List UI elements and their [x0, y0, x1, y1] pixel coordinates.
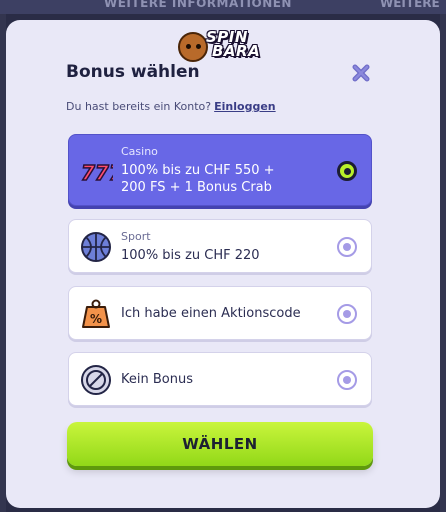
option-category: Sport — [121, 230, 151, 243]
capybara-mascot-icon — [178, 32, 208, 62]
close-button[interactable] — [350, 62, 372, 84]
radio-selected[interactable] — [337, 161, 357, 181]
radio-unselected[interactable] — [337, 237, 357, 257]
bonus-option-none[interactable]: Kein Bonus — [68, 352, 372, 406]
account-prompt-text: Du hast bereits ein Konto? — [66, 100, 212, 113]
dialog-title: Bonus wählen — [66, 62, 200, 82]
background-banner: WEITERE INFORMATIONEN WEITERE — [0, 0, 446, 14]
slot-777-icon: 777 — [79, 154, 123, 188]
option-label: 100% bis zu CHF 220 — [121, 248, 260, 263]
background-banner-text-right: WEITERE — [380, 0, 440, 10]
option-label-line-1: 100% bis zu CHF 550 + — [121, 163, 275, 178]
basketball-icon — [79, 230, 113, 264]
logo-text: SPIN BARA — [206, 30, 261, 60]
brand-logo: SPIN BARA — [178, 30, 268, 64]
close-icon — [352, 64, 370, 82]
background-right — [440, 14, 446, 512]
radio-unselected[interactable] — [337, 370, 357, 390]
account-prompt: Du hast bereits ein Konto? Einloggen — [66, 100, 276, 113]
radio-unselected[interactable] — [337, 304, 357, 324]
bonus-option-promo-code[interactable]: % Ich habe einen Aktionscode — [68, 286, 372, 340]
option-label: Kein Bonus — [121, 372, 193, 387]
bonus-option-casino[interactable]: 777 Casino 100% bis zu CHF 550 + 200 FS … — [68, 134, 372, 206]
option-label: Ich habe einen Aktionscode — [121, 306, 301, 321]
submit-button[interactable]: WÄHLEN — [67, 422, 373, 466]
no-bonus-icon — [79, 363, 113, 397]
option-label-line-2: 200 FS + 1 Bonus Crab — [121, 180, 272, 195]
bonus-option-sport[interactable]: Sport 100% bis zu CHF 220 — [68, 219, 372, 273]
svg-text:777: 777 — [81, 161, 113, 185]
promo-tag-icon: % — [79, 297, 113, 331]
option-category: Casino — [121, 145, 158, 158]
background-banner-text: WEITERE INFORMATIONEN — [104, 0, 292, 10]
logo-line-2: BARA — [212, 42, 261, 60]
svg-text:%: % — [90, 312, 102, 326]
bonus-dialog: SPIN BARA Bonus wählen Du hast bereits e… — [6, 20, 440, 508]
login-link[interactable]: Einloggen — [214, 100, 275, 113]
